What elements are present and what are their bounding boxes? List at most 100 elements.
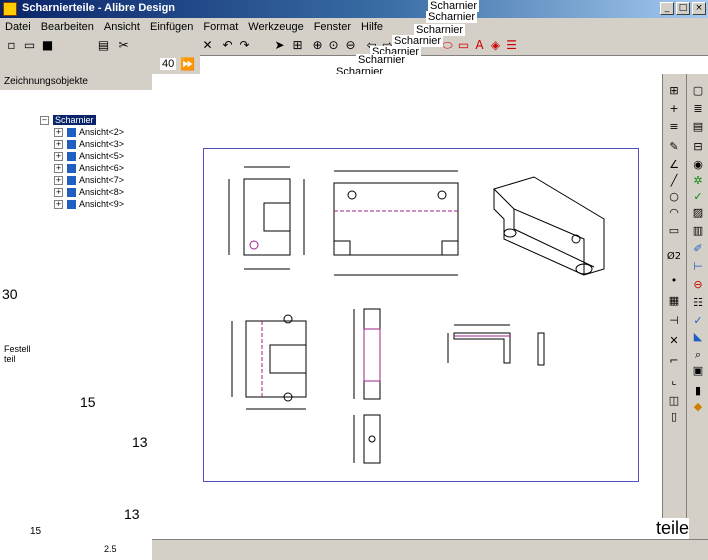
layers-icon[interactable]: ◆ bbox=[691, 400, 705, 414]
floating-number: 15 bbox=[80, 394, 96, 410]
minimize-button[interactable]: _ bbox=[660, 2, 674, 15]
tree-item[interactable]: + Ansicht<7> bbox=[54, 174, 124, 186]
book-icon[interactable]: ▯ bbox=[667, 410, 681, 424]
note-icon[interactable]: ▤ bbox=[691, 120, 705, 134]
collapse-icon[interactable]: − bbox=[40, 115, 49, 125]
hatch-icon[interactable]: ▨ bbox=[691, 206, 705, 220]
tree-item-label: Ansicht<5> bbox=[79, 151, 125, 161]
arc-icon[interactable]: ◠ bbox=[667, 206, 681, 220]
crosshair-icon[interactable]: + bbox=[667, 102, 681, 116]
open-icon[interactable]: ▭ bbox=[22, 38, 37, 53]
line-weight-icon[interactable]: ☰ bbox=[504, 38, 519, 53]
balloon-icon[interactable]: ◉ bbox=[691, 158, 705, 172]
menu-werkzeuge[interactable]: Werkzeuge bbox=[243, 21, 308, 33]
block-icon[interactable]: ▥ bbox=[691, 224, 705, 238]
point-icon[interactable]: • bbox=[667, 274, 681, 288]
expand-icon[interactable]: + bbox=[54, 187, 63, 197]
tree-item[interactable]: − Scharnier bbox=[40, 114, 124, 126]
floating-label: Scharnier bbox=[356, 54, 408, 66]
floating-number: 13 bbox=[124, 506, 140, 522]
pencil-icon[interactable]: ✎ bbox=[667, 140, 681, 154]
stack-icon[interactable]: ≣ bbox=[691, 102, 705, 116]
cross-icon[interactable]: ✕ bbox=[667, 334, 681, 348]
circle-icon[interactable]: ○ bbox=[667, 190, 681, 204]
drawing-tree: − Scharnier + Ansicht<2> + Ansicht<3> + Ansi… bbox=[40, 114, 124, 210]
table-icon[interactable]: ▦ bbox=[667, 294, 681, 308]
panel-header: Zeichnungsobjekte bbox=[0, 74, 152, 90]
undo-icon[interactable]: ↶ bbox=[220, 38, 235, 53]
tree-item[interactable]: + Ansicht<9> bbox=[54, 198, 124, 210]
expand-icon[interactable]: + bbox=[54, 163, 63, 173]
save-icon[interactable]: ■ bbox=[40, 38, 55, 53]
grid-icon[interactable]: ≡ bbox=[667, 120, 681, 134]
zoom-in-icon[interactable]: ⊕ bbox=[310, 38, 325, 53]
fillet-icon[interactable]: ⌞ bbox=[667, 374, 681, 388]
drawing-sheet[interactable] bbox=[203, 148, 639, 482]
rectangle-tool-icon[interactable]: ▭ bbox=[667, 224, 681, 238]
expand-icon[interactable]: + bbox=[54, 175, 63, 185]
triangle-icon[interactable]: ◣ bbox=[691, 330, 705, 344]
fast-forward-icon[interactable]: ⏩ bbox=[180, 57, 195, 72]
cut-icon[interactable]: ✂ bbox=[116, 38, 131, 53]
select-arrow-icon[interactable]: ➤ bbox=[272, 38, 287, 53]
floating-number: 2.5 bbox=[104, 544, 117, 554]
expand-icon[interactable]: + bbox=[54, 151, 63, 161]
floating-number: 15 bbox=[30, 526, 42, 537]
sheet-icon[interactable]: ▢ bbox=[691, 84, 705, 98]
dimension-icon[interactable]: ⊞ bbox=[667, 84, 681, 98]
tree-item[interactable]: + Ansicht<5> bbox=[54, 150, 124, 162]
close-doc-icon[interactable]: ✕ bbox=[200, 38, 215, 53]
corner-icon[interactable]: ⌐ bbox=[667, 354, 681, 368]
close-button[interactable]: × bbox=[692, 2, 706, 15]
tree-extra: Festell bbox=[4, 344, 31, 354]
view-icon bbox=[67, 199, 76, 209]
list-icon[interactable]: ☷ bbox=[691, 296, 705, 310]
tree-item-label: Ansicht<6> bbox=[79, 163, 125, 173]
menu-format[interactable]: Format bbox=[198, 21, 243, 33]
menu-einfuegen[interactable]: Einfügen bbox=[145, 21, 198, 33]
frame-icon[interactable]: ▣ bbox=[691, 364, 705, 378]
maximize-button[interactable]: □ bbox=[676, 2, 690, 15]
center-mark-icon[interactable]: ⊢ bbox=[691, 260, 705, 274]
menu-fenster[interactable]: Fenster bbox=[309, 21, 356, 33]
expand-icon[interactable]: + bbox=[54, 139, 63, 149]
redo-icon[interactable]: ↷ bbox=[237, 38, 252, 53]
datum-icon[interactable]: ⊟ bbox=[691, 140, 705, 154]
line-icon[interactable]: ╱ bbox=[667, 174, 681, 188]
tree-item[interactable]: + Ansicht<8> bbox=[54, 186, 124, 198]
status-bar bbox=[152, 539, 708, 560]
drawing-canvas[interactable] bbox=[152, 74, 662, 539]
search-icon[interactable]: ⌕ bbox=[691, 348, 705, 362]
check-icon[interactable]: ✓ bbox=[691, 314, 705, 328]
expand-icon[interactable]: + bbox=[54, 199, 63, 209]
view-icon bbox=[67, 163, 76, 173]
trim-icon[interactable]: ⊣ bbox=[667, 314, 681, 328]
text-icon[interactable]: A bbox=[472, 38, 487, 53]
expand-icon[interactable]: + bbox=[54, 127, 63, 137]
tree-item-label: Ansicht<7> bbox=[79, 175, 125, 185]
title-bar: Scharnierteile - Alibre Design _ □ × bbox=[0, 0, 708, 18]
zoom-area-icon[interactable]: ⊙ bbox=[326, 38, 341, 53]
rectangle-icon[interactable]: ▭ bbox=[456, 38, 471, 53]
surface-icon[interactable]: ✓ bbox=[691, 190, 705, 204]
tree-item[interactable]: + Ansicht<2> bbox=[54, 126, 124, 138]
chart-icon[interactable]: ▮ bbox=[691, 384, 705, 398]
print-icon[interactable]: ▤ bbox=[96, 38, 111, 53]
window-title: Scharnierteile - Alibre Design bbox=[22, 2, 176, 14]
new-icon[interactable]: ▫ bbox=[4, 38, 19, 53]
menu-ansicht[interactable]: Ansicht bbox=[99, 21, 145, 33]
circle-mark-icon[interactable]: ⊖ bbox=[691, 278, 705, 292]
weld-icon[interactable]: ✲ bbox=[691, 174, 705, 188]
menu-hilfe[interactable]: Hilfe bbox=[356, 21, 388, 33]
menu-bearbeiten[interactable]: Bearbeiten bbox=[36, 21, 99, 33]
mirror-icon[interactable]: ◫ bbox=[667, 394, 681, 408]
zoom-window-icon[interactable]: ⊞ bbox=[290, 38, 305, 53]
zoom-out-icon[interactable]: ⊖ bbox=[343, 38, 358, 53]
tree-item[interactable]: + Ansicht<3> bbox=[54, 138, 124, 150]
tree-item-label: Scharnier bbox=[53, 115, 96, 125]
menu-datei[interactable]: Datei bbox=[0, 21, 36, 33]
edit-icon[interactable]: ✐ bbox=[691, 242, 705, 256]
fill-icon[interactable]: ◈ bbox=[488, 38, 503, 53]
angle-icon[interactable]: ∠ bbox=[667, 158, 681, 172]
tree-item[interactable]: + Ansicht<6> bbox=[54, 162, 124, 174]
